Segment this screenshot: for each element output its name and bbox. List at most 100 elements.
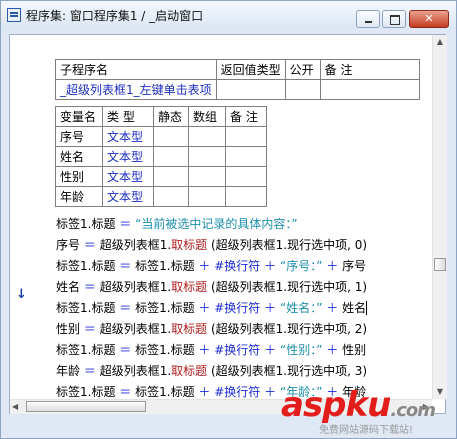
var-note-cell[interactable] [225,186,267,207]
scroll-down-icon[interactable]: ▼ [433,385,447,399]
aspku-watermark-logo: aspku.com [281,385,436,425]
code-args: (超级列表框1.现行选中项, 1) [210,280,368,294]
code-token: 超级列表框1. [99,238,172,252]
var-array-cell[interactable] [188,166,226,187]
program-set-icon [7,8,21,22]
code-token: 标签1.标题 [56,259,116,273]
code-line[interactable]: 标签1.标题 ＝ “当前被选中记录的具体内容：” [56,215,298,232]
var-type-cell[interactable]: 文本型 [102,166,154,187]
code-operator: ＝ [119,217,132,231]
code-operator: ＋ [264,301,277,315]
var-name-cell[interactable]: 年龄 [55,186,103,207]
table-header-row: 变量名 类 型 静态 数组 备 注 [55,106,267,127]
code-operator: ＝ [83,322,96,336]
var-static-cell[interactable] [153,166,189,187]
code-operator: ＝ [119,343,132,357]
window-title: 程序集: 窗口程序集1 / _启动窗口 [26,9,204,23]
code-token: 性别 [56,322,81,336]
note-cell[interactable] [319,79,420,100]
code-command: 取标题 [171,238,208,252]
variable-table: 变量名 类 型 静态 数组 备 注 序号 文本型 姓名 文本型 性别 文本型 年… [55,106,267,207]
code-token: 标签1.标题 [56,385,116,399]
header-cell: 静态 [153,106,189,127]
code-line[interactable]: 姓名 ＝ 超级列表框1.取标题 (超级列表框1.现行选中项, 1) [56,278,367,295]
var-name-cell[interactable]: 性别 [55,166,103,187]
code-line[interactable]: 标签1.标题 ＝ 标签1.标题 ＋ #换行符 ＋ “序号：” ＋ 序号 [56,257,366,274]
code-operator: ＋ [198,301,211,315]
code-operator: ＋ [198,343,211,357]
code-constant: #换行符 [214,385,261,399]
header-cell: 类 型 [102,106,154,127]
code-command: 取标题 [171,322,208,336]
close-icon: ✕ [424,12,434,25]
code-token: 标签1.标题 [56,343,116,357]
var-array-cell[interactable] [188,186,226,207]
code-args: (超级列表框1.现行选中项, 2) [210,322,368,336]
code-token: 姓名 [56,280,81,294]
code-constant: #换行符 [214,301,261,315]
code-operator: ＋ [198,259,211,273]
table-row[interactable]: 性别 文本型 [55,166,267,187]
subroutine-name-cell[interactable]: _超级列表框1_左键单击表项 [55,79,217,100]
maximize-icon [383,11,405,27]
var-type-cell[interactable]: 文本型 [102,186,154,207]
var-type-cell[interactable]: 文本型 [102,146,154,167]
table-row[interactable]: _超级列表框1_左键单击表项 [55,79,420,100]
scroll-up-icon[interactable]: ▲ [433,35,447,49]
code-operator: ＝ [119,259,132,273]
header-cell: 备 注 [319,59,420,80]
var-name-cell[interactable]: 姓名 [55,146,103,167]
table-row[interactable]: 年龄 文本型 [55,186,267,207]
var-name-cell[interactable]: 序号 [55,126,103,147]
table-header-row: 子程序名 返回值类型 公开 备 注 [55,59,420,80]
code-token: 序号 [342,259,367,273]
code-token: 标签1.标题 [135,385,195,399]
return-type-cell[interactable] [215,79,286,100]
public-cell[interactable] [284,79,321,100]
code-line-current[interactable]: 标签1.标题 ＝ 标签1.标题 ＋ #换行符 ＋ “姓名：” ＋ 姓名 [56,299,368,316]
minimize-button[interactable] [356,10,380,28]
code-line[interactable]: 序号 ＝ 超级列表框1.取标题 (超级列表框1.现行选中项, 0) [56,236,367,253]
maximize-button[interactable] [382,10,406,28]
var-static-cell[interactable] [153,146,189,167]
code-args: (超级列表框1.现行选中项, 0) [210,238,368,252]
var-note-cell[interactable] [225,146,267,167]
code-line[interactable]: 标签1.标题 ＝ 标签1.标题 ＋ #换行符 ＋ “性别：” ＋ 性别 [56,341,366,358]
code-string: “性别：” [279,343,323,357]
watermark-text: ku [345,385,392,425]
code-operator: ＋ [264,385,277,399]
code-operator: ＋ [326,259,339,273]
code-string: “序号：” [279,259,323,273]
code-operator: ＝ [83,238,96,252]
code-token: 超级列表框1. [99,364,172,378]
line-gutter: ↓ [10,35,42,413]
var-note-cell[interactable] [225,166,267,187]
var-static-cell[interactable] [153,126,189,147]
var-array-cell[interactable] [188,146,226,167]
var-array-cell[interactable] [188,126,226,147]
vertical-scrollbar[interactable]: ▲ ▼ [432,35,447,399]
code-editor[interactable]: ↓ 子程序名 返回值类型 公开 备 注 _超级列表框1_左键单击表项 变量名 类… [9,34,447,414]
horizontal-scroll-thumb[interactable] [26,401,146,412]
title-bar[interactable]: 程序集: 窗口程序集1 / _启动窗口 ✕ [1,1,456,29]
code-token: 标签1.标题 [135,343,195,357]
table-row[interactable]: 姓名 文本型 [55,146,267,167]
var-type-cell[interactable]: 文本型 [102,126,154,147]
var-note-cell[interactable] [225,126,267,147]
code-line[interactable]: 性别 ＝ 超级列表框1.取标题 (超级列表框1.现行选中项, 2) [56,320,367,337]
code-constant: #换行符 [214,343,261,357]
code-operator: ＋ [198,385,211,399]
var-static-cell[interactable] [153,186,189,207]
code-operator: ＋ [326,343,339,357]
vertical-scroll-thumb[interactable] [434,258,446,271]
code-line[interactable]: 年龄 ＝ 超级列表框1.取标题 (超级列表框1.现行选中项, 3) [56,362,367,379]
header-cell: 变量名 [55,106,103,127]
close-button[interactable]: ✕ [409,10,449,28]
scroll-left-icon[interactable]: ◀ [12,400,18,414]
table-row[interactable]: 序号 文本型 [55,126,267,147]
watermark-subtitle: 免费网站源码下载站! [319,425,414,436]
subroutine-table: 子程序名 返回值类型 公开 备 注 _超级列表框1_左键单击表项 [55,59,420,100]
code-token: 姓名 [342,301,368,315]
code-token: 超级列表框1. [99,280,172,294]
minimize-icon [357,11,379,27]
